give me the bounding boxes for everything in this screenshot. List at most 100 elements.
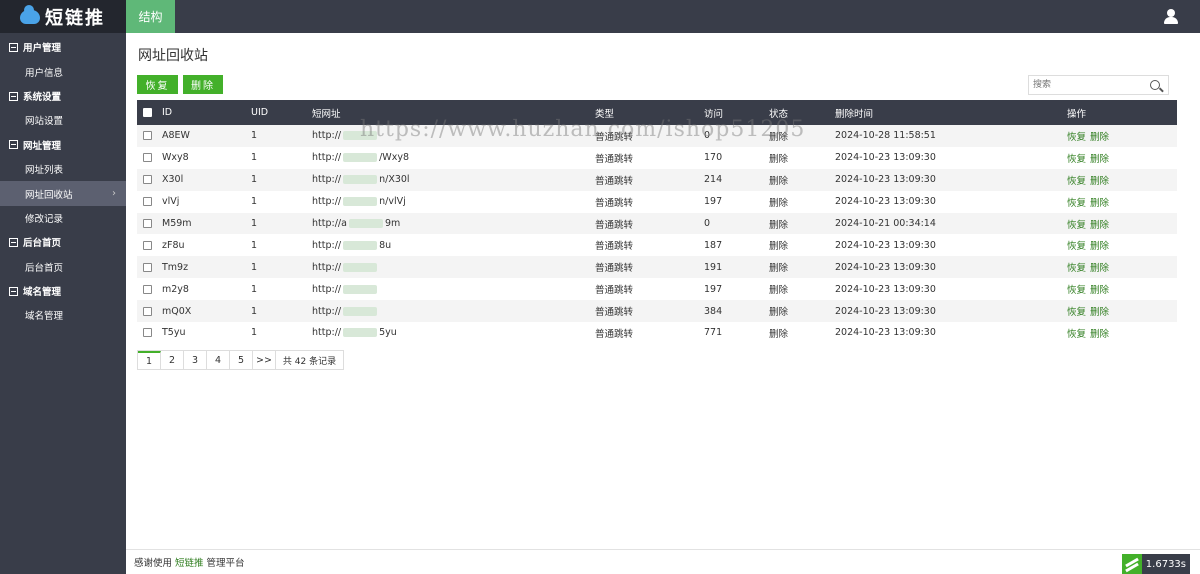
redacted-block xyxy=(348,219,383,228)
cell-uid: 1 xyxy=(251,327,258,339)
cell-short-url[interactable]: http://a 9m xyxy=(312,213,400,235)
row-checkbox[interactable] xyxy=(143,131,152,141)
row-checkbox[interactable] xyxy=(143,175,152,185)
row-delete-link[interactable]: 删除 xyxy=(1090,260,1109,274)
sidebar-item-user-info[interactable]: 用户信息 xyxy=(0,60,126,84)
row-checkbox[interactable] xyxy=(143,284,152,294)
row-restore-link[interactable]: 恢复 xyxy=(1067,304,1086,318)
top-bar: 短链推 结构 xyxy=(0,0,1200,33)
row-restore-link[interactable]: 恢复 xyxy=(1067,260,1086,274)
page-2[interactable]: 2 xyxy=(161,351,184,369)
sidebar-item-site-settings[interactable]: 网站设置 xyxy=(0,108,126,132)
sidebar-item-url-list[interactable]: 网址列表 xyxy=(0,157,126,181)
cell-delete-time: 2024-10-23 13:09:30 xyxy=(835,196,936,208)
cell-visits: 197 xyxy=(704,196,723,208)
row-restore-link[interactable]: 恢复 xyxy=(1067,151,1086,165)
redacted-block xyxy=(343,131,378,141)
sidebar-group-dashboard[interactable]: 后台首页 xyxy=(0,230,126,255)
row-restore-link[interactable]: 恢复 xyxy=(1067,129,1086,143)
cell-visits: 771 xyxy=(704,327,723,339)
row-delete-link[interactable]: 删除 xyxy=(1090,282,1109,296)
row-checkbox[interactable] xyxy=(143,153,152,163)
cell-status: 删除 xyxy=(769,175,789,187)
page-next[interactable]: >> xyxy=(253,351,276,369)
restore-button[interactable]: 恢复 xyxy=(137,75,178,94)
select-all-checkbox[interactable] xyxy=(143,108,152,117)
cell-actions: 恢复 删除 xyxy=(1067,256,1113,278)
cell-type: 普通跳转 xyxy=(595,328,634,340)
cell-visits: 384 xyxy=(704,305,723,317)
sidebar-item-domains[interactable]: 域名管理 xyxy=(0,303,126,327)
sidebar-group-system[interactable]: 系统设置 xyxy=(0,84,126,109)
row-delete-link[interactable]: 删除 xyxy=(1090,238,1109,252)
cell-short-url[interactable]: http:// xyxy=(312,256,379,278)
logo[interactable]: 短链推 xyxy=(0,0,126,33)
timer-text: 1.6733s xyxy=(1141,554,1190,574)
footer-suffix: 管理平台 xyxy=(206,558,245,569)
cell-type: 普通跳转 xyxy=(595,153,634,165)
row-checkbox[interactable] xyxy=(143,219,152,228)
col-delete-time[interactable]: 删除时间 xyxy=(835,100,873,125)
row-delete-link[interactable]: 删除 xyxy=(1090,326,1109,340)
cell-short-url[interactable]: http:// xyxy=(312,125,379,147)
row-restore-link[interactable]: 恢复 xyxy=(1067,238,1086,252)
row-restore-link[interactable]: 恢复 xyxy=(1067,282,1086,296)
row-restore-link[interactable]: 恢复 xyxy=(1067,173,1086,187)
page-4[interactable]: 4 xyxy=(207,351,230,369)
page-3[interactable]: 3 xyxy=(184,351,207,369)
logo-text: 短链推 xyxy=(45,7,105,29)
search-input[interactable] xyxy=(1029,76,1147,94)
search-icon[interactable] xyxy=(1150,80,1160,90)
row-checkbox[interactable] xyxy=(143,306,152,316)
recycle-table: ID UID 短网址 类型 访问 状态 删除时间 操作 A8EW 1 http://… xyxy=(137,100,1177,344)
sidebar-group-urls[interactable]: 网址管理 xyxy=(0,133,126,158)
page-5[interactable]: 5 xyxy=(230,351,253,369)
page-1[interactable]: 1 xyxy=(138,351,161,369)
sidebar-item-change-log[interactable]: 修改记录 xyxy=(0,206,126,230)
row-delete-link[interactable]: 删除 xyxy=(1090,304,1109,318)
row-delete-link[interactable]: 删除 xyxy=(1090,173,1109,187)
url-prefix: http:// xyxy=(312,174,342,186)
table-row: zF8u 1 http:// 8u 普通跳转 187 删除 2024-10-23 13:09:… xyxy=(137,234,1177,256)
cell-actions: 恢复 删除 xyxy=(1067,234,1113,256)
user-icon[interactable] xyxy=(1164,9,1178,24)
sidebar-item-dashboard[interactable]: 后台首页 xyxy=(0,254,126,278)
cell-visits: 191 xyxy=(704,261,723,273)
row-restore-link[interactable]: 恢复 xyxy=(1067,195,1086,209)
sidebar-group-users[interactable]: 用户管理 xyxy=(0,35,126,60)
row-checkbox[interactable] xyxy=(143,262,152,272)
cell-short-url[interactable]: http:// n/X30l xyxy=(312,169,410,191)
tab-structure[interactable]: 结构 xyxy=(126,0,175,33)
cell-actions: 恢复 删除 xyxy=(1067,169,1113,191)
col-short-url[interactable]: 短网址 xyxy=(312,100,341,125)
row-delete-link[interactable]: 删除 xyxy=(1090,217,1109,231)
cell-short-url[interactable]: http:// 5yu xyxy=(312,322,397,344)
cell-short-url[interactable]: http:// 8u xyxy=(312,234,391,256)
cell-short-url[interactable]: http:// xyxy=(312,300,379,322)
row-checkbox[interactable] xyxy=(143,328,152,338)
cell-actions: 恢复 删除 xyxy=(1067,300,1113,322)
cell-delete-time: 2024-10-21 00:34:14 xyxy=(835,218,936,229)
col-uid[interactable]: UID xyxy=(251,100,268,125)
col-status[interactable]: 状态 xyxy=(769,100,788,125)
col-type[interactable]: 类型 xyxy=(595,100,614,125)
delete-button[interactable]: 删除 xyxy=(183,75,223,94)
row-checkbox[interactable] xyxy=(143,240,152,250)
row-delete-link[interactable]: 删除 xyxy=(1090,151,1109,165)
row-checkbox[interactable] xyxy=(143,197,152,207)
col-visits[interactable]: 访问 xyxy=(704,100,723,125)
sidebar-group-domains[interactable]: 域名管理 xyxy=(0,279,126,304)
row-restore-link[interactable]: 恢复 xyxy=(1067,326,1086,340)
cell-short-url[interactable]: http:// /Wxy8 xyxy=(312,147,409,169)
footer-prefix: 感谢使用 xyxy=(134,558,173,569)
col-id[interactable]: ID xyxy=(162,100,172,125)
cell-short-url[interactable]: http:// xyxy=(312,278,379,300)
cell-short-url[interactable]: http:// n/vlVj xyxy=(312,191,406,213)
row-restore-link[interactable]: 恢复 xyxy=(1067,217,1086,231)
row-delete-link[interactable]: 删除 xyxy=(1090,195,1109,209)
row-delete-link[interactable]: 删除 xyxy=(1090,129,1109,143)
cell-delete-time: 2024-10-23 13:09:30 xyxy=(835,305,936,317)
sidebar-item-url-recycle[interactable]: 网址回收站 › xyxy=(0,181,126,206)
cell-type: 普通跳转 xyxy=(595,175,634,187)
footer-brand-link[interactable]: 短链推 xyxy=(175,555,204,569)
